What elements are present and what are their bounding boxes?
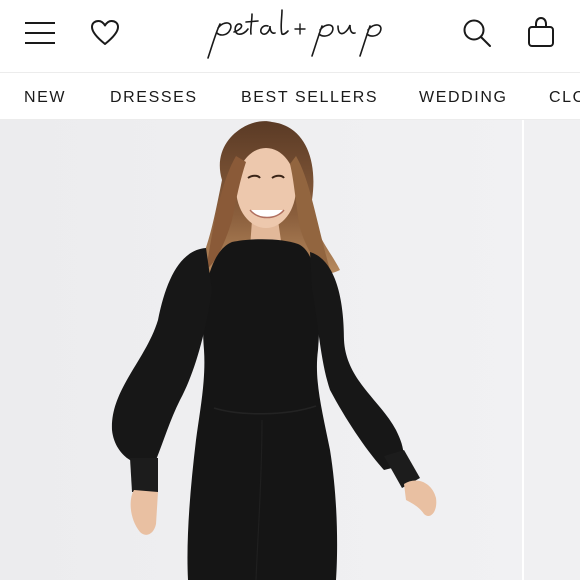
nav-item-clothing[interactable]: CLOTHING (549, 89, 580, 107)
bag-icon[interactable] (527, 16, 555, 48)
site-header (0, 0, 580, 73)
nav-item-wedding[interactable]: WEDDING (419, 89, 508, 107)
menu-icon[interactable] (24, 20, 56, 46)
brand-logo[interactable] (200, 6, 400, 66)
category-nav: NEW DRESSES BEST SELLERS WEDDING CLOTHIN… (0, 73, 580, 120)
nav-item-new[interactable]: NEW (24, 89, 66, 107)
search-icon[interactable] (462, 18, 492, 48)
nav-item-dresses[interactable]: DRESSES (110, 89, 198, 107)
next-product-image-edge[interactable] (524, 120, 580, 580)
model-illustration (0, 120, 522, 580)
nav-item-best-sellers[interactable]: BEST SELLERS (241, 89, 378, 107)
heart-icon[interactable] (90, 19, 120, 47)
hero-product-image[interactable] (0, 120, 522, 580)
